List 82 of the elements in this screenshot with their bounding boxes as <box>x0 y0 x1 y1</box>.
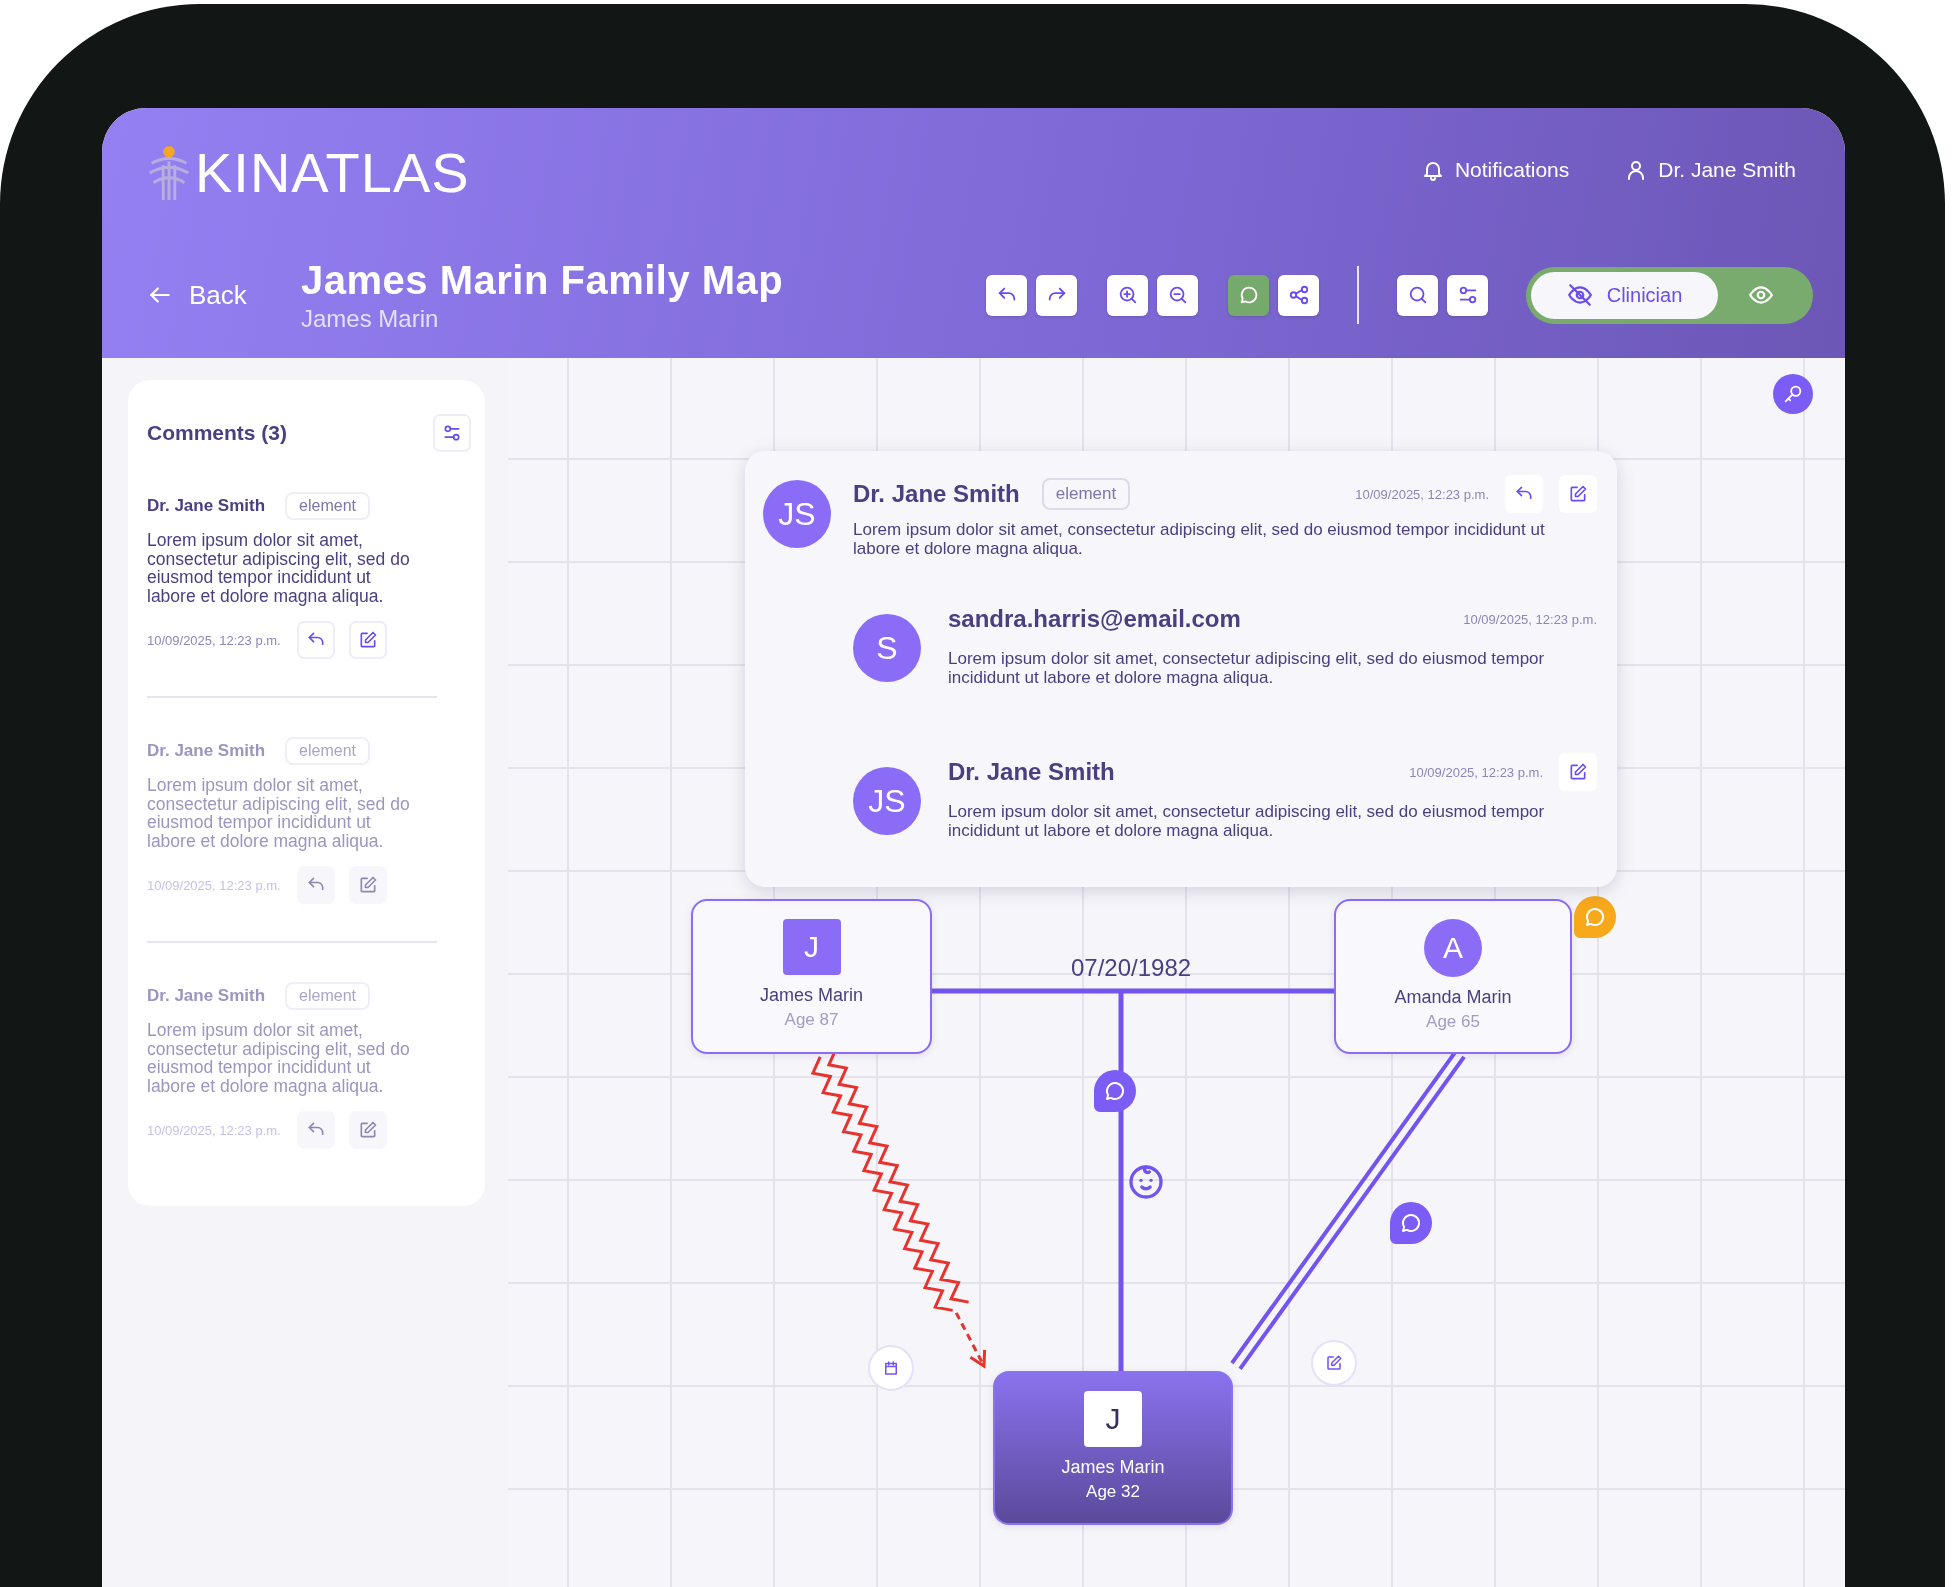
undo-button[interactable] <box>986 274 1027 316</box>
page-title: James Marin Family Map <box>301 257 784 303</box>
person-node[interactable]: A Amanda Marin Age 65 <box>1334 899 1572 1054</box>
marriage-date: 07/20/1982 <box>1071 954 1192 982</box>
search-button[interactable] <box>1397 274 1438 316</box>
comment-date: 10/09/2025, 12:23 p.m. <box>1409 764 1543 780</box>
comment-text: Lorem ipsum dolor sit amet, consectetur adipiscing elit, sed do eiusmod tempor incididunt ut labore et dolore magna aliqua. <box>853 521 1546 558</box>
comment-author: Dr. Jane Smith <box>147 741 266 761</box>
person-avatar: A <box>1424 919 1482 977</box>
comment-marker[interactable] <box>1094 1070 1136 1112</box>
person-name: Amanda Marin <box>1394 987 1512 1008</box>
speech-bubble-icon <box>1399 1211 1423 1235</box>
person-avatar: J <box>782 919 841 975</box>
person-name: James Marin <box>760 985 863 1006</box>
page-subtitle: James Marin <box>301 305 440 333</box>
comment-author: Dr. Jane Smith <box>147 986 266 1006</box>
logo-icon <box>147 144 191 202</box>
zoom-in-button[interactable] <box>1107 274 1148 316</box>
back-link[interactable]: Back <box>147 279 301 311</box>
edit-icon <box>1568 484 1588 504</box>
calendar-button[interactable] <box>868 1345 914 1391</box>
user-avatar: S <box>853 614 921 682</box>
calendar-icon <box>882 1359 900 1377</box>
edit-button[interactable] <box>1559 753 1597 791</box>
key-button[interactable] <box>1773 374 1813 414</box>
redo-button[interactable] <box>1036 274 1077 316</box>
comment-date: 10/09/2025, 12:23 p.m. <box>147 1122 281 1138</box>
comment-date: 10/09/2025, 12:23 p.m. <box>147 877 281 893</box>
comment-date: 10/09/2025, 12:23 p.m. <box>1463 611 1597 627</box>
comment-marker[interactable] <box>1574 896 1616 938</box>
logo-text: KINATLAS <box>195 145 470 201</box>
comment-author: sandra.harris@email.com <box>948 605 1241 633</box>
comment-author: Dr. Jane Smith <box>147 496 266 516</box>
zoom-out-button[interactable] <box>1157 274 1198 316</box>
reply-button[interactable] <box>296 1111 335 1149</box>
baby-face-icon <box>1126 1162 1166 1202</box>
person-age: Age 65 <box>1426 1012 1480 1032</box>
eye-off-icon <box>1566 282 1593 308</box>
sliders-icon <box>442 423 462 443</box>
reply-button[interactable] <box>296 621 335 659</box>
panel-title: Comments (3) <box>147 421 288 445</box>
comment-date: 10/09/2025, 12:23 p.m. <box>147 632 281 648</box>
edit-icon <box>1325 1354 1343 1372</box>
person-node[interactable]: J James Marin Age 32 <box>993 1371 1233 1525</box>
person-age: Age 32 <box>1086 1482 1140 1502</box>
comment-author: Dr. Jane Smith <box>948 758 1115 786</box>
comment-tag: element <box>1041 478 1131 510</box>
comment-text: Lorem ipsum dolor sit amet, consectetur adipiscing elit, sed do eiusmod tempor incididunt ut labore et dolore magna aliqua. <box>147 776 411 850</box>
comment-text: Lorem ipsum dolor sit amet, consectetur adipiscing elit, sed do eiusmod tempor incididunt ut labore et dolore magna aliqua. <box>147 1021 411 1095</box>
speech-bubble-icon <box>1103 1079 1127 1103</box>
edit-icon <box>1568 762 1588 782</box>
person-node[interactable]: J James Marin Age 87 <box>691 899 932 1054</box>
reply-button[interactable] <box>1505 475 1543 513</box>
comment-button[interactable] <box>1228 274 1269 316</box>
edit-button[interactable] <box>1559 475 1597 513</box>
comment-marker[interactable] <box>1390 1202 1432 1244</box>
comment-tag: element <box>285 982 371 1010</box>
comment-date: 10/09/2025, 12:23 p.m. <box>1355 486 1489 502</box>
share-button[interactable] <box>1278 274 1319 316</box>
comment-text: Lorem ipsum dolor sit amet, consectetur adipiscing elit, sed do eiusmod tempor incididunt ut labore et dolore magna aliqua. <box>948 803 1546 840</box>
speech-bubble-icon <box>1583 905 1607 929</box>
reply-button[interactable] <box>296 866 335 904</box>
user-avatar: JS <box>853 767 921 835</box>
person-name: James Marin <box>1061 1457 1165 1478</box>
person-age: Age 87 <box>784 1010 839 1030</box>
comment-tag: element <box>285 492 371 520</box>
comment-tag: element <box>285 737 371 765</box>
edit-button[interactable] <box>348 621 387 659</box>
comment-text: Lorem ipsum dolor sit amet, consectetur adipiscing elit, sed do eiusmod tempor incididunt ut labore et dolore magna aliqua. <box>147 531 411 605</box>
comment-author: Dr. Jane Smith <box>853 480 1020 508</box>
notifications-link[interactable]: Notifications <box>1420 158 1570 182</box>
clinician-option[interactable]: Clinician <box>1531 271 1718 319</box>
share-icon <box>1287 284 1310 306</box>
user-link[interactable]: Dr. Jane Smith <box>1624 158 1796 182</box>
filter-button[interactable] <box>1447 274 1488 316</box>
person-avatar: J <box>1084 1391 1142 1447</box>
edit-button[interactable] <box>1311 1340 1357 1386</box>
view-toggle[interactable]: Clinician <box>1526 266 1813 324</box>
comment-text: Lorem ipsum dolor sit amet, consectetur adipiscing elit, sed do eiusmod tempor incididunt ut labore et dolore magna aliqua. <box>948 650 1546 687</box>
user-avatar: JS <box>763 480 831 548</box>
key-icon <box>1782 383 1804 405</box>
filter-button[interactable] <box>433 414 471 452</box>
